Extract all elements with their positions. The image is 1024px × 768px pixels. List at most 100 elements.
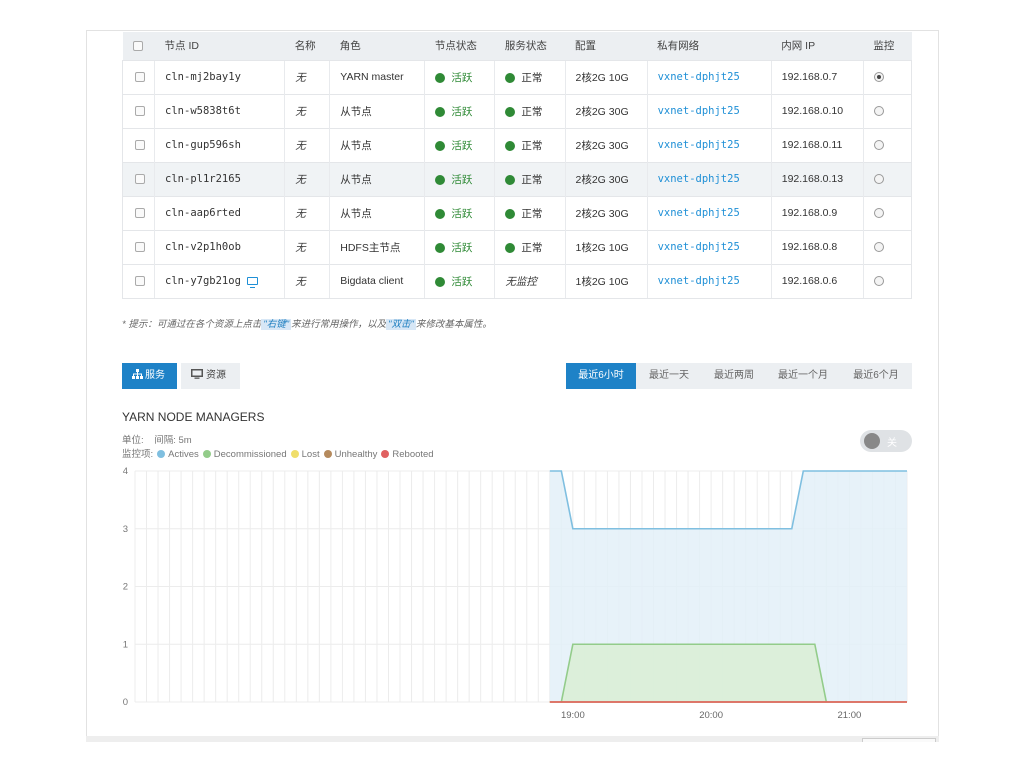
header-ip[interactable]: 内网 IP	[771, 32, 864, 60]
monitor-radio[interactable]	[873, 72, 884, 83]
vxnet-cell: vxnet-dphjt25	[646, 127, 772, 162]
table-row[interactable]: cln-aap6rted 无从节点 活跃 正常 2核2G 30G vxnet-dphjt2…	[121, 195, 913, 230]
row-checkbox[interactable]	[135, 208, 145, 219]
scroll-control[interactable]	[862, 738, 936, 742]
monitor-radio[interactable]	[873, 174, 884, 185]
time-range-6h[interactable]: 最近6小时	[566, 363, 636, 389]
monitor-radio[interactable]	[873, 140, 884, 151]
node-id[interactable]: cln-y7gb21og	[165, 275, 241, 287]
header-select-all[interactable]	[122, 32, 155, 60]
row-checkbox[interactable]	[135, 106, 145, 117]
node-id-cell[interactable]: cln-pl1r2165	[154, 161, 285, 196]
tab-services[interactable]: 服务	[122, 363, 177, 389]
node-id[interactable]: cln-v2p1h0ob	[165, 241, 241, 253]
panel-bottom-bar	[86, 736, 939, 742]
row-checkbox[interactable]	[135, 140, 145, 151]
service-status-cell: 正常	[494, 161, 565, 196]
service-status-cell: 正常	[494, 127, 565, 162]
node-id[interactable]: cln-aap6rted	[165, 207, 241, 219]
node-id[interactable]: cln-mj2bay1y	[165, 71, 241, 83]
row-checkbox-cell[interactable]	[121, 161, 155, 196]
monitor-radio[interactable]	[873, 276, 884, 287]
table-row[interactable]: cln-v2p1h0ob 无 HDFS主节点 活跃 正常 1核2G 10G vxnet-dp…	[121, 229, 913, 264]
time-range-2w[interactable]: 最近两周	[702, 363, 766, 389]
row-checkbox-cell[interactable]	[121, 93, 155, 128]
vxnet-link[interactable]: vxnet-dphjt25	[658, 139, 740, 151]
select-all-checkbox[interactable]	[132, 40, 143, 51]
node-config: 1核2G 10G	[564, 263, 648, 299]
node-ip: 192.168.0.7	[770, 59, 864, 94]
x-tick-label: 20:00	[699, 710, 723, 721]
vxnet-link[interactable]: vxnet-dphjt25	[658, 275, 740, 287]
monitor-radio[interactable]	[873, 208, 884, 219]
monitor-radio-cell[interactable]	[862, 263, 913, 299]
node-id[interactable]: cln-gup596sh	[165, 139, 241, 151]
node-id-cell[interactable]: cln-v2p1h0ob	[154, 229, 285, 264]
header-vxnet[interactable]: 私有网络	[647, 32, 772, 60]
monitor-radio-cell[interactable]	[862, 59, 913, 94]
row-checkbox[interactable]	[135, 72, 145, 83]
header-config[interactable]: 配置	[565, 32, 648, 60]
header-monitor[interactable]: 监控	[863, 32, 912, 60]
vxnet-link[interactable]: vxnet-dphjt25	[658, 105, 740, 117]
legend-swatch	[202, 450, 211, 458]
legend-item[interactable]: Decommissioned	[214, 449, 287, 460]
row-checkbox[interactable]	[135, 242, 145, 253]
node-id-cell[interactable]: cln-y7gb21og	[154, 263, 285, 299]
monitor-toggle[interactable]: 关	[860, 430, 912, 452]
row-checkbox-cell[interactable]	[121, 195, 155, 230]
node-ip: 192.168.0.8	[770, 229, 864, 264]
node-id-cell[interactable]: cln-aap6rted	[154, 195, 285, 230]
monitor-radio-cell[interactable]	[862, 229, 913, 264]
node-id-cell[interactable]: cln-w5838t6t	[154, 93, 285, 128]
sitemap-icon	[132, 369, 143, 379]
vxnet-link[interactable]: vxnet-dphjt25	[658, 241, 740, 253]
legend-item[interactable]: Lost	[302, 449, 320, 460]
legend-item[interactable]: Unhealthy	[335, 449, 378, 460]
vxnet-link[interactable]: vxnet-dphjt25	[658, 173, 740, 185]
node-id-cell[interactable]: cln-gup596sh	[154, 127, 285, 162]
table-row[interactable]: cln-mj2bay1y 无 YARN master 活跃 正常 2核2G 10G vxne…	[121, 59, 913, 94]
header-node-status[interactable]: 节点状态	[424, 32, 495, 60]
node-id-cell[interactable]: cln-mj2bay1y	[154, 59, 285, 94]
row-checkbox[interactable]	[135, 174, 145, 185]
node-role: Bigdata client	[329, 263, 425, 299]
monitor-radio[interactable]	[873, 106, 884, 117]
tab-resources[interactable]: 资源	[181, 363, 240, 389]
row-checkbox[interactable]	[135, 276, 145, 287]
monitor-radio-cell[interactable]	[862, 195, 913, 230]
status-dot-icon	[435, 174, 446, 185]
monitor-radio-cell[interactable]	[862, 93, 913, 128]
row-checkbox-cell[interactable]	[121, 263, 155, 299]
node-config: 2核2G 30G	[564, 195, 648, 230]
header-service-status[interactable]: 服务状态	[494, 32, 565, 60]
table-row[interactable]: cln-gup596sh 无从节点 活跃 正常 2核2G 30G vxnet-dphjt2…	[121, 127, 913, 162]
node-id[interactable]: cln-w5838t6t	[165, 105, 241, 117]
node-config: 1核2G 10G	[564, 229, 648, 264]
header-name[interactable]: 名称	[284, 32, 330, 60]
row-checkbox-cell[interactable]	[121, 229, 155, 264]
monitor-radio-cell[interactable]	[862, 127, 913, 162]
vxnet-link[interactable]: vxnet-dphjt25	[658, 71, 740, 83]
legend-item[interactable]: Actives	[168, 449, 199, 460]
tab-services-label: 服务	[145, 370, 165, 381]
row-checkbox-cell[interactable]	[121, 127, 155, 162]
desktop-icon[interactable]	[246, 277, 258, 289]
node-id[interactable]: cln-pl1r2165	[165, 173, 241, 185]
header-node-id[interactable]: 节点 ID	[154, 32, 285, 60]
time-range-1mo[interactable]: 最近一个月	[766, 363, 840, 389]
time-range-1d[interactable]: 最近一天	[636, 363, 702, 389]
time-range-6mo[interactable]: 最近6个月	[840, 363, 912, 389]
legend-item[interactable]: Rebooted	[392, 449, 433, 460]
monitor-radio[interactable]	[873, 242, 884, 253]
row-checkbox-cell[interactable]	[121, 59, 155, 94]
y-tick-label: 2	[123, 582, 128, 593]
monitor-radio-cell[interactable]	[862, 161, 913, 196]
header-role[interactable]: 角色	[329, 32, 425, 60]
table-row[interactable]: cln-pl1r2165 无从节点 活跃 正常 2核2G 30G vxnet-dphjt2…	[121, 161, 913, 196]
vxnet-link[interactable]: vxnet-dphjt25	[658, 207, 740, 219]
table-row[interactable]: cln-w5838t6t 无从节点 活跃 正常 2核2G 30G vxnet-dphjt2…	[121, 93, 913, 128]
chart-meta: 单位: 间隔: 5m	[122, 432, 192, 446]
table-row[interactable]: cln-y7gb21og 无 Bigdata client 活跃 无监控 1核2G 10G…	[121, 263, 913, 299]
toggle-knob[interactable]	[864, 433, 880, 449]
